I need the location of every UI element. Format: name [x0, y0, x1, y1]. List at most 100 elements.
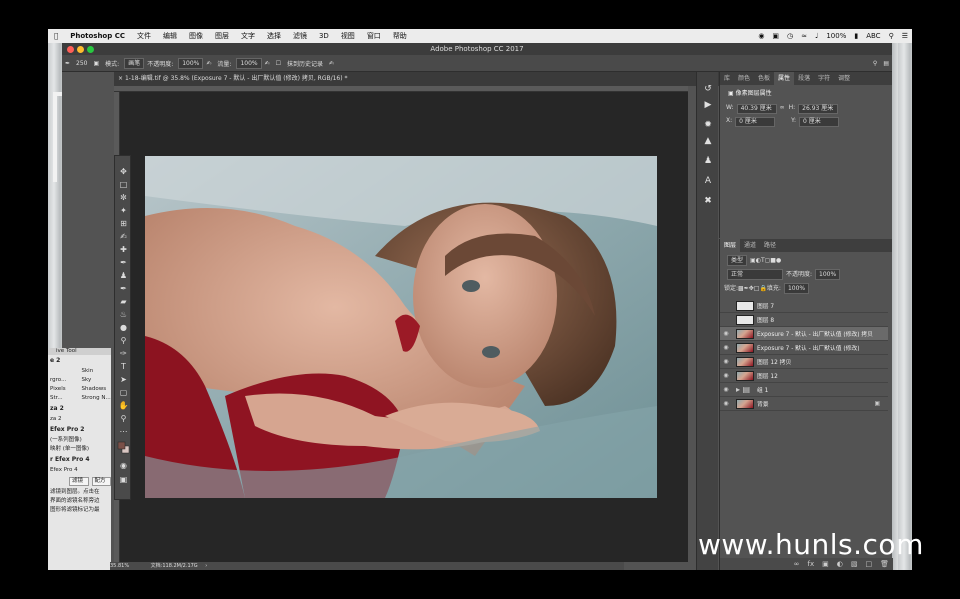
- document-tab[interactable]: × 1-18-编辑.tif @ 35.8% (Exposure 7 - 默认 -…: [114, 72, 724, 86]
- screen-mode-icon[interactable]: ▣: [117, 474, 130, 485]
- quick-select-tool-icon[interactable]: ✦: [117, 205, 130, 216]
- document-image[interactable]: [145, 156, 657, 498]
- x-field[interactable]: 0 厘米: [735, 117, 776, 127]
- plugin-item-4[interactable]: Efex Pro 4: [48, 466, 111, 475]
- pressure-size-icon[interactable]: ✍: [326, 60, 337, 67]
- wifi-icon[interactable]: ≈: [797, 32, 811, 40]
- more-tools-icon[interactable]: ⋯: [117, 426, 130, 437]
- plugin-option-sky[interactable]: Sky: [80, 376, 112, 385]
- layer-row[interactable]: ◉ 背景 ▣: [720, 397, 888, 411]
- layer-row[interactable]: ◉ 图层 12: [720, 369, 888, 383]
- plugin-section-1[interactable]: e 2: [48, 355, 111, 367]
- history-brush-tool-icon[interactable]: ✒: [62, 60, 73, 67]
- actions-panel-icon[interactable]: ▶: [701, 98, 715, 112]
- plugin-item-2b[interactable]: za 2: [48, 415, 111, 424]
- visibility-eye-icon[interactable]: ◉: [720, 386, 732, 393]
- y-field[interactable]: 0 厘米: [799, 117, 840, 127]
- brush-tool-icon[interactable]: ✒: [117, 257, 130, 268]
- tab-layers[interactable]: 图层: [720, 239, 741, 252]
- menu-help[interactable]: 帮助: [387, 29, 413, 43]
- width-field[interactable]: 40.39 厘米: [736, 104, 777, 114]
- plugin-option-skin[interactable]: Skin: [80, 367, 112, 376]
- menu-list-icon[interactable]: ☰: [898, 32, 912, 40]
- pressure-opacity-icon[interactable]: ✍: [203, 60, 214, 67]
- dodge-tool-icon[interactable]: ⚲: [117, 335, 130, 346]
- visibility-eye-icon[interactable]: ◉: [720, 330, 732, 337]
- preset-button[interactable]: 配方: [91, 477, 111, 486]
- marquee-tool-icon[interactable]: □: [117, 179, 130, 190]
- menu-filter[interactable]: 滤镜: [287, 29, 313, 43]
- search-icon-ps[interactable]: ⚲: [870, 60, 880, 67]
- layer-row[interactable]: ◉ 图层 12 拷贝: [720, 355, 888, 369]
- history-checkbox[interactable]: ☐: [273, 60, 284, 67]
- layer-opacity-input[interactable]: 100%: [815, 269, 841, 280]
- search-icon[interactable]: ⚲: [885, 32, 898, 40]
- tab-swatches[interactable]: 色板: [754, 72, 774, 85]
- visibility-eye-icon[interactable]: ◉: [720, 372, 732, 379]
- airbrush-icon[interactable]: ✍: [262, 60, 273, 67]
- layer-row[interactable]: ◉ Exposure 7 - 默认 - 出厂默认值 (修改) 拷贝: [720, 327, 888, 341]
- volume-icon[interactable]: ♩: [811, 32, 822, 40]
- plugin-section-4[interactable]: r Efex Pro 4: [48, 454, 111, 466]
- tab-color[interactable]: 颜色: [734, 72, 754, 85]
- brush-panel-icon[interactable]: ▣: [90, 60, 102, 67]
- clock-icon[interactable]: ◷: [783, 32, 797, 40]
- lasso-tool-icon[interactable]: ✼: [117, 192, 130, 203]
- color-swatches[interactable]: [117, 441, 130, 455]
- fill-input[interactable]: 100%: [783, 283, 810, 294]
- path-select-tool-icon[interactable]: ➤: [117, 374, 130, 385]
- plugin-option-strong[interactable]: Strong N...: [80, 394, 112, 403]
- visibility-eye-icon[interactable]: ◉: [720, 400, 732, 407]
- menu-view[interactable]: 视图: [335, 29, 361, 43]
- history-brush-tool-icon-2[interactable]: ✒: [117, 283, 130, 294]
- zoom-button[interactable]: [87, 46, 94, 53]
- plugin-option-str[interactable]: Str...: [48, 394, 80, 403]
- plugin-item-3a[interactable]: (一系列图像): [48, 436, 111, 445]
- display-icon[interactable]: ▣: [768, 32, 783, 40]
- menu-window[interactable]: 窗口: [361, 29, 387, 43]
- settings-panel-icon[interactable]: ✹: [701, 118, 715, 132]
- quick-mask-icon[interactable]: ◉: [117, 460, 130, 471]
- hand-tool-icon[interactable]: ✋: [117, 400, 130, 411]
- shape-tool-icon[interactable]: ▢: [117, 387, 130, 398]
- link-icon[interactable]: ∞: [780, 104, 785, 114]
- status-menu-icon[interactable]: ›: [205, 563, 207, 569]
- menu-3d[interactable]: 3D: [313, 29, 335, 43]
- menu-layer[interactable]: 图层: [209, 29, 235, 43]
- visibility-eye-icon[interactable]: ◉: [720, 344, 732, 351]
- menu-image[interactable]: 图像: [183, 29, 209, 43]
- eyedropper-tool-icon[interactable]: ✍: [117, 231, 130, 242]
- blend-mode-select[interactable]: 正常: [727, 269, 783, 280]
- tab-character[interactable]: 字符: [814, 72, 834, 85]
- height-field[interactable]: 26.93 厘米: [798, 104, 839, 114]
- close-button[interactable]: [67, 46, 74, 53]
- plugin-item-3b[interactable]: 映射 (单一图像): [48, 445, 111, 454]
- tab-adjustments[interactable]: 调整: [834, 72, 854, 85]
- app-name-menu[interactable]: Photoshop CC: [64, 29, 131, 43]
- mode-select[interactable]: 画笔: [124, 57, 145, 69]
- pen-tool-icon[interactable]: ✑: [117, 348, 130, 359]
- filter-button[interactable]: 滤镜: [69, 477, 89, 486]
- zoom-level[interactable]: 35.81%: [110, 563, 129, 569]
- record-icon[interactable]: ◉: [754, 32, 768, 40]
- workspace-icon[interactable]: ▤: [880, 60, 892, 67]
- layer-row[interactable]: ◉ Exposure 7 - 默认 - 出厂默认值 (修改): [720, 341, 888, 355]
- lock-all-icon[interactable]: 🔒: [759, 284, 766, 293]
- zoom-tool-icon[interactable]: ⚲: [117, 413, 130, 424]
- plugin-option-pixels[interactable]: Pixels: [48, 385, 80, 394]
- blur-tool-icon[interactable]: ●: [117, 322, 130, 333]
- input-method-label[interactable]: ABC: [862, 32, 884, 40]
- plugin-section-3[interactable]: Efex Pro 2: [48, 424, 111, 436]
- menu-file[interactable]: 文件: [131, 29, 157, 43]
- menu-edit[interactable]: 编辑: [157, 29, 183, 43]
- close-tab-icon[interactable]: ×: [118, 75, 125, 82]
- filter-kind-select[interactable]: 类型: [727, 255, 748, 266]
- menu-select[interactable]: 选择: [261, 29, 287, 43]
- tab-libraries[interactable]: 库: [720, 72, 734, 85]
- crop-tool-icon[interactable]: ⊞: [117, 218, 130, 229]
- brush-size-label[interactable]: 250: [73, 60, 90, 67]
- apple-icon[interactable]: : [48, 29, 64, 43]
- minimize-button[interactable]: [77, 46, 84, 53]
- paint-bucket-tool-icon[interactable]: ♨: [117, 309, 130, 320]
- layer-row[interactable]: ◉ ▸ ▤ 组 1: [720, 383, 888, 397]
